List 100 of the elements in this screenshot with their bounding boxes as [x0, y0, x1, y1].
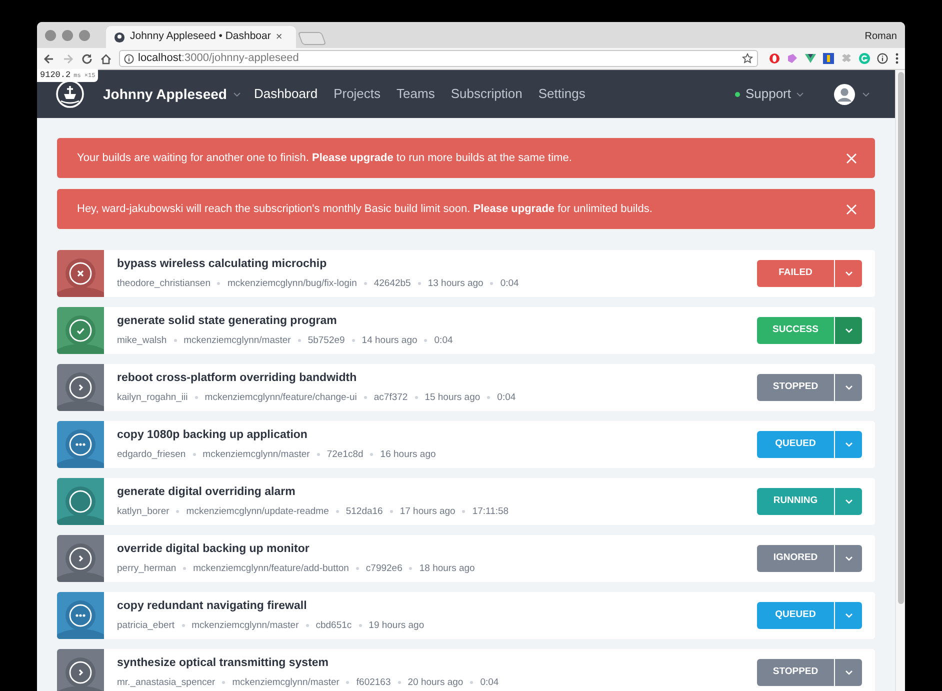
address-bar[interactable]: localhost:3000/johnny-appleseed: [119, 50, 758, 67]
status-button[interactable]: STOPPED: [757, 374, 834, 401]
build-card[interactable]: copy 1080p backing up application edgardo_friesen mckenziemcglynn/master 72e1c8d 16 hours ago QUEUED: [57, 421, 875, 468]
build-meta: 14 hours ago: [362, 334, 418, 348]
scrollbar[interactable]: [895, 70, 905, 691]
status-button[interactable]: FAILED: [757, 260, 834, 287]
build-meta: 0:04: [434, 334, 453, 348]
close-icon[interactable]: [846, 152, 857, 164]
dropdown-button[interactable]: [835, 659, 862, 686]
caret-icon: [844, 442, 852, 447]
dropdown-button[interactable]: [835, 317, 862, 344]
home-icon[interactable]: [100, 52, 112, 64]
chevron-circle-icon: [69, 661, 92, 684]
reload-icon[interactable]: [81, 52, 93, 64]
build-meta: mckenziemcglynn/master: [192, 618, 299, 632]
caret-icon: [862, 92, 870, 96]
build-meta: perry_herman: [117, 562, 176, 576]
build-meta: 17:11:58: [472, 504, 509, 518]
new-tab-button[interactable]: [298, 32, 326, 45]
support-label: Support: [745, 85, 791, 104]
build-card[interactable]: reboot cross-platform overriding bandwidth kailyn_rogahn_iii mckenziemcglynn/feature/change-ui ac7f372 15 hours ago 0:04 STOPPED: [57, 364, 875, 411]
build-meta: 72e1c8d: [326, 448, 364, 462]
caret-icon: [844, 499, 852, 504]
status-button[interactable]: IGNORED: [757, 545, 834, 572]
build-meta: 17 hours ago: [400, 504, 456, 518]
extension-icon[interactable]: [769, 53, 780, 64]
nav-link[interactable]: Projects: [334, 84, 381, 104]
ring-icon: [69, 490, 92, 513]
close-icon[interactable]: [846, 204, 857, 214]
caret-icon: [232, 92, 241, 96]
nav-link[interactable]: Subscription: [450, 84, 522, 104]
status-button[interactable]: STOPPED: [757, 659, 834, 686]
caret-icon: [844, 613, 852, 618]
build-meta: mike_walsh: [117, 334, 167, 348]
build-meta: c7992e6: [366, 562, 402, 576]
tab-title: Johnny Appleseed • Dashboar: [130, 29, 271, 44]
extension-icon[interactable]: [823, 53, 834, 64]
globe-icon: [114, 32, 125, 42]
build-meta: 13 hours ago: [428, 276, 484, 290]
browser-tab[interactable]: Johnny Appleseed • Dashboar ×: [106, 26, 296, 48]
build-card[interactable]: generate solid state generating program mike_walsh mckenziemcglynn/master 5b752e9 14 hours ago 0:04 SUCCESS: [57, 307, 875, 354]
build-meta: patricia_ebert: [117, 618, 175, 632]
build-card[interactable]: synthesize optical transmitting system mr._anastasia_spencer mckenziemcglynn/master f602163 20 hours ago 0:04 STOPPED: [57, 649, 875, 691]
build-meta: mckenziemcglynn/feature/add-button: [193, 562, 349, 576]
info-icon[interactable]: [877, 53, 888, 64]
build-meta: mr._anastasia_spencer: [117, 676, 216, 690]
build-title[interactable]: copy redundant navigating firewall: [117, 598, 757, 616]
build-meta: 42642b5: [374, 276, 411, 290]
alert-message: Hey, ward-jakubowski will reach the subscription's monthly Basic build limit soon. Please upgrade for unlimited builds.: [77, 202, 654, 217]
dropdown-button[interactable]: [835, 488, 862, 515]
build-meta: f602163: [356, 676, 391, 690]
check-circle-icon: [69, 319, 92, 342]
nav-link[interactable]: Settings: [538, 84, 586, 104]
user-menu[interactable]: [834, 84, 870, 104]
dropdown-button[interactable]: [835, 602, 862, 629]
star-icon[interactable]: [742, 53, 753, 64]
caret-icon: [844, 670, 852, 675]
build-card[interactable]: copy redundant navigating firewall patricia_ebert mckenziemcglynn/master cbd651c 19 hours ago QUEUED: [57, 592, 875, 639]
build-meta: cbd651c: [316, 618, 352, 632]
dropdown-button[interactable]: [835, 260, 862, 287]
support-menu[interactable]: Support: [735, 84, 804, 104]
build-title[interactable]: generate solid state generating program: [117, 313, 757, 330]
chevron-circle-icon: [69, 376, 92, 399]
build-meta: 19 hours ago: [368, 618, 424, 632]
build-card[interactable]: bypass wireless calculating microchip theodore_christiansen mckenziemcglynn/bug/fix-login 42642b5 13 hours ago 0:04 FAILED: [57, 250, 875, 297]
dropdown-button[interactable]: [835, 431, 862, 458]
back-icon[interactable]: [43, 52, 55, 64]
nav-link[interactable]: Dashboard: [254, 84, 318, 104]
forward-icon[interactable]: [62, 52, 74, 64]
build-meta: mckenziemcglynn/master: [232, 676, 340, 690]
dropdown-button[interactable]: [835, 545, 862, 572]
build-card[interactable]: generate digital overriding alarm katlyn_borer mckenziemcglynn/update-readme 512da16 17 hours ago 17:11:58 RUNNING: [57, 478, 875, 525]
account-menu[interactable]: Johnny Appleseed: [103, 84, 241, 104]
build-title[interactable]: generate digital overriding alarm: [117, 484, 757, 502]
build-meta: 20 hours ago: [408, 676, 464, 690]
profile-name[interactable]: Roman: [864, 29, 897, 44]
tab-close-icon[interactable]: ×: [276, 28, 282, 46]
scrollbar-thumb[interactable]: [898, 72, 904, 604]
build-title[interactable]: bypass wireless calculating microchip: [117, 256, 757, 274]
chevron-circle-icon: [69, 547, 92, 570]
caret-icon: [844, 271, 852, 276]
info-icon[interactable]: [124, 54, 134, 64]
nav-link[interactable]: Teams: [396, 84, 435, 104]
build-meta: 0:04: [480, 676, 499, 690]
dropdown-button[interactable]: [835, 374, 862, 401]
caret-icon: [844, 556, 852, 561]
build-title[interactable]: override digital backing up monitor: [117, 541, 757, 558]
alert-message: Your builds are waiting for another one to finish. Please upgrade to run more builds at the same time.: [77, 150, 573, 166]
menu-icon[interactable]: [895, 53, 899, 64]
caret-icon: [796, 92, 804, 96]
build-title[interactable]: copy 1080p backing up application: [117, 427, 757, 444]
build-title[interactable]: reboot cross-platform overriding bandwidth: [117, 370, 757, 388]
avatar-icon: [834, 84, 855, 104]
extension-icon[interactable]: [805, 53, 816, 64]
build-title[interactable]: synthesize optical transmitting system: [117, 655, 757, 672]
build-meta: kailyn_rogahn_iii: [117, 390, 188, 404]
ship-logo-icon[interactable]: [56, 80, 84, 108]
build-meta: theodore_christiansen: [117, 276, 210, 290]
build-meta: katlyn_borer: [117, 504, 170, 518]
build-card[interactable]: override digital backing up monitor perry_herman mckenziemcglynn/feature/add-button c7992e6 18 hours ago IGNORED: [57, 535, 875, 582]
